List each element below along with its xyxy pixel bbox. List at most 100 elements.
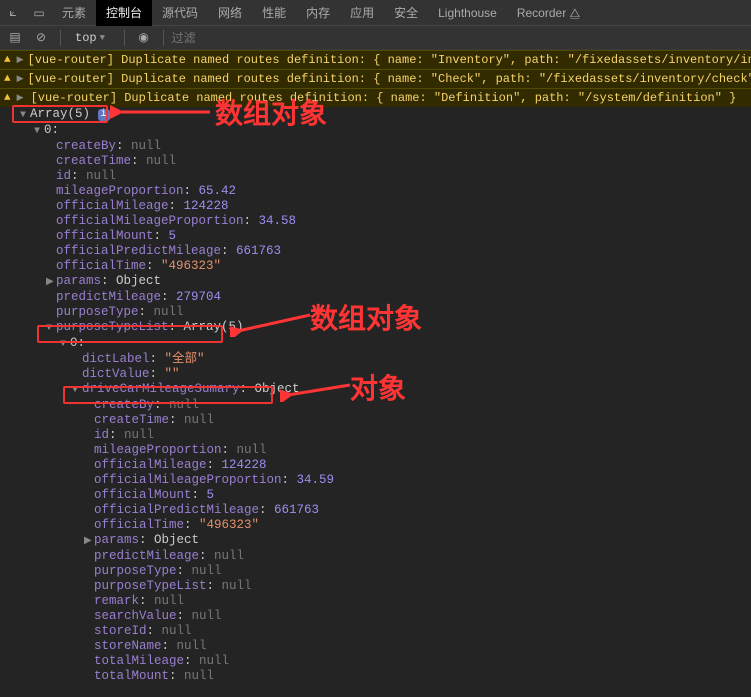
sidebar-toggle-icon[interactable]: ▤ [4, 28, 26, 48]
prop-key: mileageProportion [94, 443, 222, 457]
prop-key: driveCarMileageSumary [82, 382, 240, 396]
prop-value: null [162, 624, 192, 638]
prop-value: "496323" [199, 518, 259, 532]
tab-console[interactable]: 控制台 [96, 0, 152, 26]
prop-value: 661763 [274, 503, 319, 517]
prop-key: officialTime [56, 259, 146, 273]
prop-value: "" [165, 367, 180, 381]
info-badge-icon[interactable]: i [98, 109, 110, 121]
tab-memory[interactable]: 内存 [296, 0, 340, 26]
divider [163, 30, 164, 46]
collapse-icon[interactable]: ▼ [46, 321, 56, 336]
prop-key: purposeTypeList [94, 579, 207, 593]
prop-key: params [56, 274, 101, 288]
prop-value: null [214, 549, 244, 563]
prop-key: storeId [94, 624, 147, 638]
prop-value: 124228 [222, 458, 267, 472]
console-warning-row: ▲ ▶ [vue-router] Duplicate named routes … [0, 88, 751, 107]
expand-icon[interactable]: ▶ [17, 74, 24, 84]
prop-key: officialMileageProportion [56, 214, 244, 228]
prop-value: null [192, 564, 222, 578]
prop-key: purposeType [56, 305, 139, 319]
warning-text: [vue-router] Duplicate named routes defi… [28, 72, 751, 86]
prop-value: null [184, 413, 214, 427]
prop-value[interactable]: Object [255, 382, 300, 396]
prop-value: null [199, 654, 229, 668]
prop-key: createBy [56, 139, 116, 153]
prop-key: officialTime [94, 518, 184, 532]
prop-key: createTime [94, 413, 169, 427]
console-output: ▼Array(5) i ▼0: createBy: null createTim… [0, 107, 751, 690]
index-label: 0: [44, 123, 59, 137]
warning-text: [vue-router] Duplicate named routes defi… [28, 53, 751, 67]
prop-value: 34.58 [259, 214, 297, 228]
prop-value[interactable]: Object [116, 274, 161, 288]
tab-network[interactable]: 网络 [208, 0, 252, 26]
prop-value: 279704 [176, 290, 221, 304]
prop-value: null [184, 669, 214, 683]
prop-value: null [177, 639, 207, 653]
prop-key: id [56, 169, 71, 183]
tab-lighthouse[interactable]: Lighthouse [428, 0, 507, 26]
prop-key: officialMileage [56, 199, 169, 213]
prop-key: predictMileage [94, 549, 199, 563]
tab-recorder[interactable]: Recorder ⧋ [507, 0, 590, 26]
index-label: 0: [70, 336, 85, 350]
collapse-icon[interactable]: ▼ [20, 108, 30, 123]
prop-value: null [154, 305, 184, 319]
devtools-tabbar: ⟀ ▭ 元素 控制台 源代码 网络 性能 内存 应用 安全 Lighthouse… [0, 0, 751, 26]
tab-elements[interactable]: 元素 [52, 0, 96, 26]
inspect-icon[interactable]: ⟀ [0, 0, 26, 26]
filter-input[interactable] [172, 31, 252, 45]
prop-key: officialMount [94, 488, 192, 502]
expand-icon[interactable]: ▶ [84, 534, 94, 549]
prop-key: createTime [56, 154, 131, 168]
collapse-icon[interactable]: ▼ [34, 124, 44, 139]
prop-value[interactable]: Object [154, 533, 199, 547]
tab-application[interactable]: 应用 [340, 0, 384, 26]
prop-key: totalMileage [94, 654, 184, 668]
prop-value: 65.42 [199, 184, 237, 198]
prop-key: officialMount [56, 229, 154, 243]
prop-key: storeName [94, 639, 162, 653]
expand-icon[interactable]: ▶ [17, 93, 27, 103]
warning-icon: ▲ [4, 73, 11, 85]
prop-key: id [94, 428, 109, 442]
prop-value: null [154, 594, 184, 608]
tab-security[interactable]: 安全 [384, 0, 428, 26]
prop-value: 661763 [236, 244, 281, 258]
live-expression-icon[interactable]: ◉ [133, 28, 155, 48]
prop-key: purposeType [94, 564, 177, 578]
array-label[interactable]: Array(5) [30, 107, 90, 121]
expand-icon[interactable]: ▶ [46, 275, 56, 290]
clear-console-icon[interactable]: ⊘ [30, 28, 52, 48]
prop-value[interactable]: Array(5) [184, 320, 244, 334]
console-toolbar: ▤ ⊘ top▼ ◉ [0, 26, 751, 50]
prop-value: null [192, 609, 222, 623]
tab-sources[interactable]: 源代码 [152, 0, 208, 26]
collapse-icon[interactable]: ▼ [60, 337, 70, 352]
prop-key: mileageProportion [56, 184, 184, 198]
prop-value: "496323" [161, 259, 221, 273]
prop-key: predictMileage [56, 290, 161, 304]
context-selector[interactable]: top▼ [69, 31, 116, 45]
prop-key: totalMount [94, 669, 169, 683]
device-toggle-icon[interactable]: ▭ [26, 0, 52, 26]
divider [124, 30, 125, 46]
prop-key: officialPredictMileage [56, 244, 221, 258]
prop-value: "全部" [165, 352, 205, 366]
prop-value: 124228 [184, 199, 229, 213]
warning-icon: ▲ [4, 54, 11, 66]
expand-icon[interactable]: ▶ [17, 55, 24, 65]
prop-value: 34.59 [297, 473, 335, 487]
warning-icon: ▲ [4, 92, 11, 104]
collapse-icon[interactable]: ▼ [72, 383, 82, 398]
prop-value: null [124, 428, 154, 442]
console-warning-row: ▲ ▶ [vue-router] Duplicate named routes … [0, 50, 751, 69]
prop-key: searchValue [94, 609, 177, 623]
prop-value: 5 [169, 229, 177, 243]
prop-value: null [169, 398, 199, 412]
console-warning-row: ▲ ▶ [vue-router] Duplicate named routes … [0, 69, 751, 88]
prop-key: createBy [94, 398, 154, 412]
tab-performance[interactable]: 性能 [252, 0, 296, 26]
